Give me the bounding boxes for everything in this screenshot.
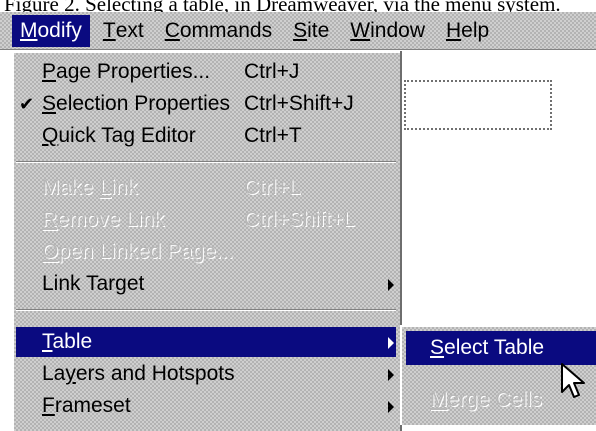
shortcut-label: Ctrl+Shift+L [244,208,355,231]
menu-separator [16,309,396,311]
menu-item-layers-and-hotspots[interactable]: Layers and Hotspots [16,359,396,389]
mouse-pointer-icon [561,363,585,398]
menu-item-table[interactable]: Table [16,327,396,357]
menubar-item-modify[interactable]: Modify [12,14,90,47]
submenu-item-select-table[interactable]: Select Table [406,331,596,365]
chevron-right-icon [388,337,394,349]
menu-item-remove-link: Remove Link Ctrl+Shift+L [42,208,355,231]
menubar-item-help[interactable]: Help [438,15,497,47]
chevron-right-icon [388,279,394,291]
check-icon: ✔ [19,94,35,114]
menu-separator [16,161,396,163]
figure-caption: Figure 2. Selecting a table, in Dreamwea… [4,0,561,12]
menu-item-link-target[interactable]: Link Target [16,269,396,299]
menu-bar: Modify Text Commands Site Window Help [0,12,596,50]
menu-item-selection-properties[interactable]: ✔ Selection Properties Ctrl+Shift+J [16,89,396,119]
menubar-item-site[interactable]: Site [285,15,337,47]
shortcut-label: Ctrl+L [244,176,301,199]
chevron-right-icon [388,369,394,381]
menubar-item-text[interactable]: Text [95,15,152,47]
shortcut-label: Ctrl+J [244,60,300,83]
modify-dropdown-menu: Page Properties... Ctrl+J ✔ Selection Pr… [12,51,400,431]
menu-item-make-link: Make Link Ctrl+L [42,176,301,199]
menu-item-open-linked-page: Open Linked Page... [42,240,234,263]
menu-item-page-properties[interactable]: Page Properties... Ctrl+J [16,57,396,87]
shortcut-label: Ctrl+T [244,124,302,147]
menubar-item-commands[interactable]: Commands [157,15,280,47]
menu-item-quick-tag-editor[interactable]: Quick Tag Editor Ctrl+T [16,121,396,151]
chevron-right-icon [388,401,394,413]
menubar-item-window[interactable]: Window [342,15,433,47]
menu-item-frameset[interactable]: Frameset [16,391,396,421]
selection-placeholder-box [404,80,552,130]
shortcut-label: Ctrl+Shift+J [244,92,354,115]
